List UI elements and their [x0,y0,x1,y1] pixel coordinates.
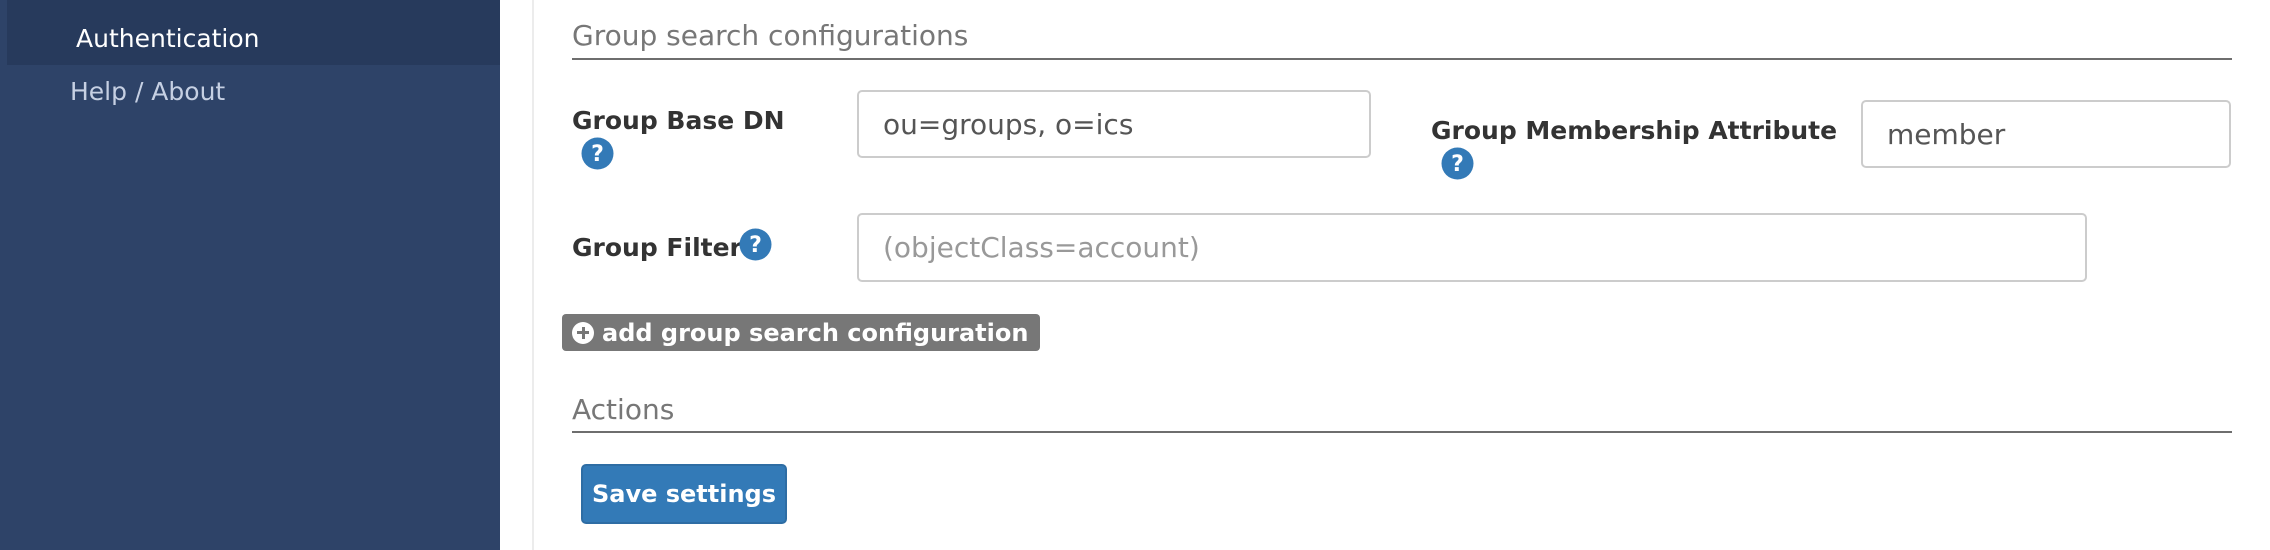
group-filter-input[interactable] [857,213,2087,282]
help-icon[interactable]: ? [739,228,772,261]
save-settings-button[interactable]: Save settings [581,464,787,524]
svg-text:?: ? [1451,152,1464,177]
sidebar-item-help-about[interactable]: Help / About [70,77,225,106]
help-icon[interactable]: ? [1441,147,1474,180]
group-base-dn-input[interactable] [857,90,1371,158]
group-membership-attribute-label: Group Membership Attribute [1431,116,1838,145]
section-title-group-search: Group search configurations [572,19,969,52]
help-icon[interactable]: ? [581,137,614,170]
add-group-search-configuration-button[interactable]: add group search configuration [562,314,1041,351]
group-filter-label: Group Filter [572,233,742,262]
section-title-actions: Actions [572,393,675,426]
sidebar-item-label: Authentication [76,24,260,53]
plus-circle-icon [572,321,594,344]
svg-text:?: ? [591,142,604,167]
group-base-dn-label: Group Base DN [572,106,785,135]
sidebar: Authentication Help / About [0,0,500,550]
sidebar-item-authentication[interactable]: Authentication [7,0,500,65]
group-membership-attribute-input[interactable] [1861,100,2231,168]
content-gutter [500,0,534,550]
svg-text:?: ? [749,233,762,258]
section-divider [572,58,2232,60]
add-button-label: add group search configuration [602,318,1029,347]
section-divider [572,431,2232,433]
